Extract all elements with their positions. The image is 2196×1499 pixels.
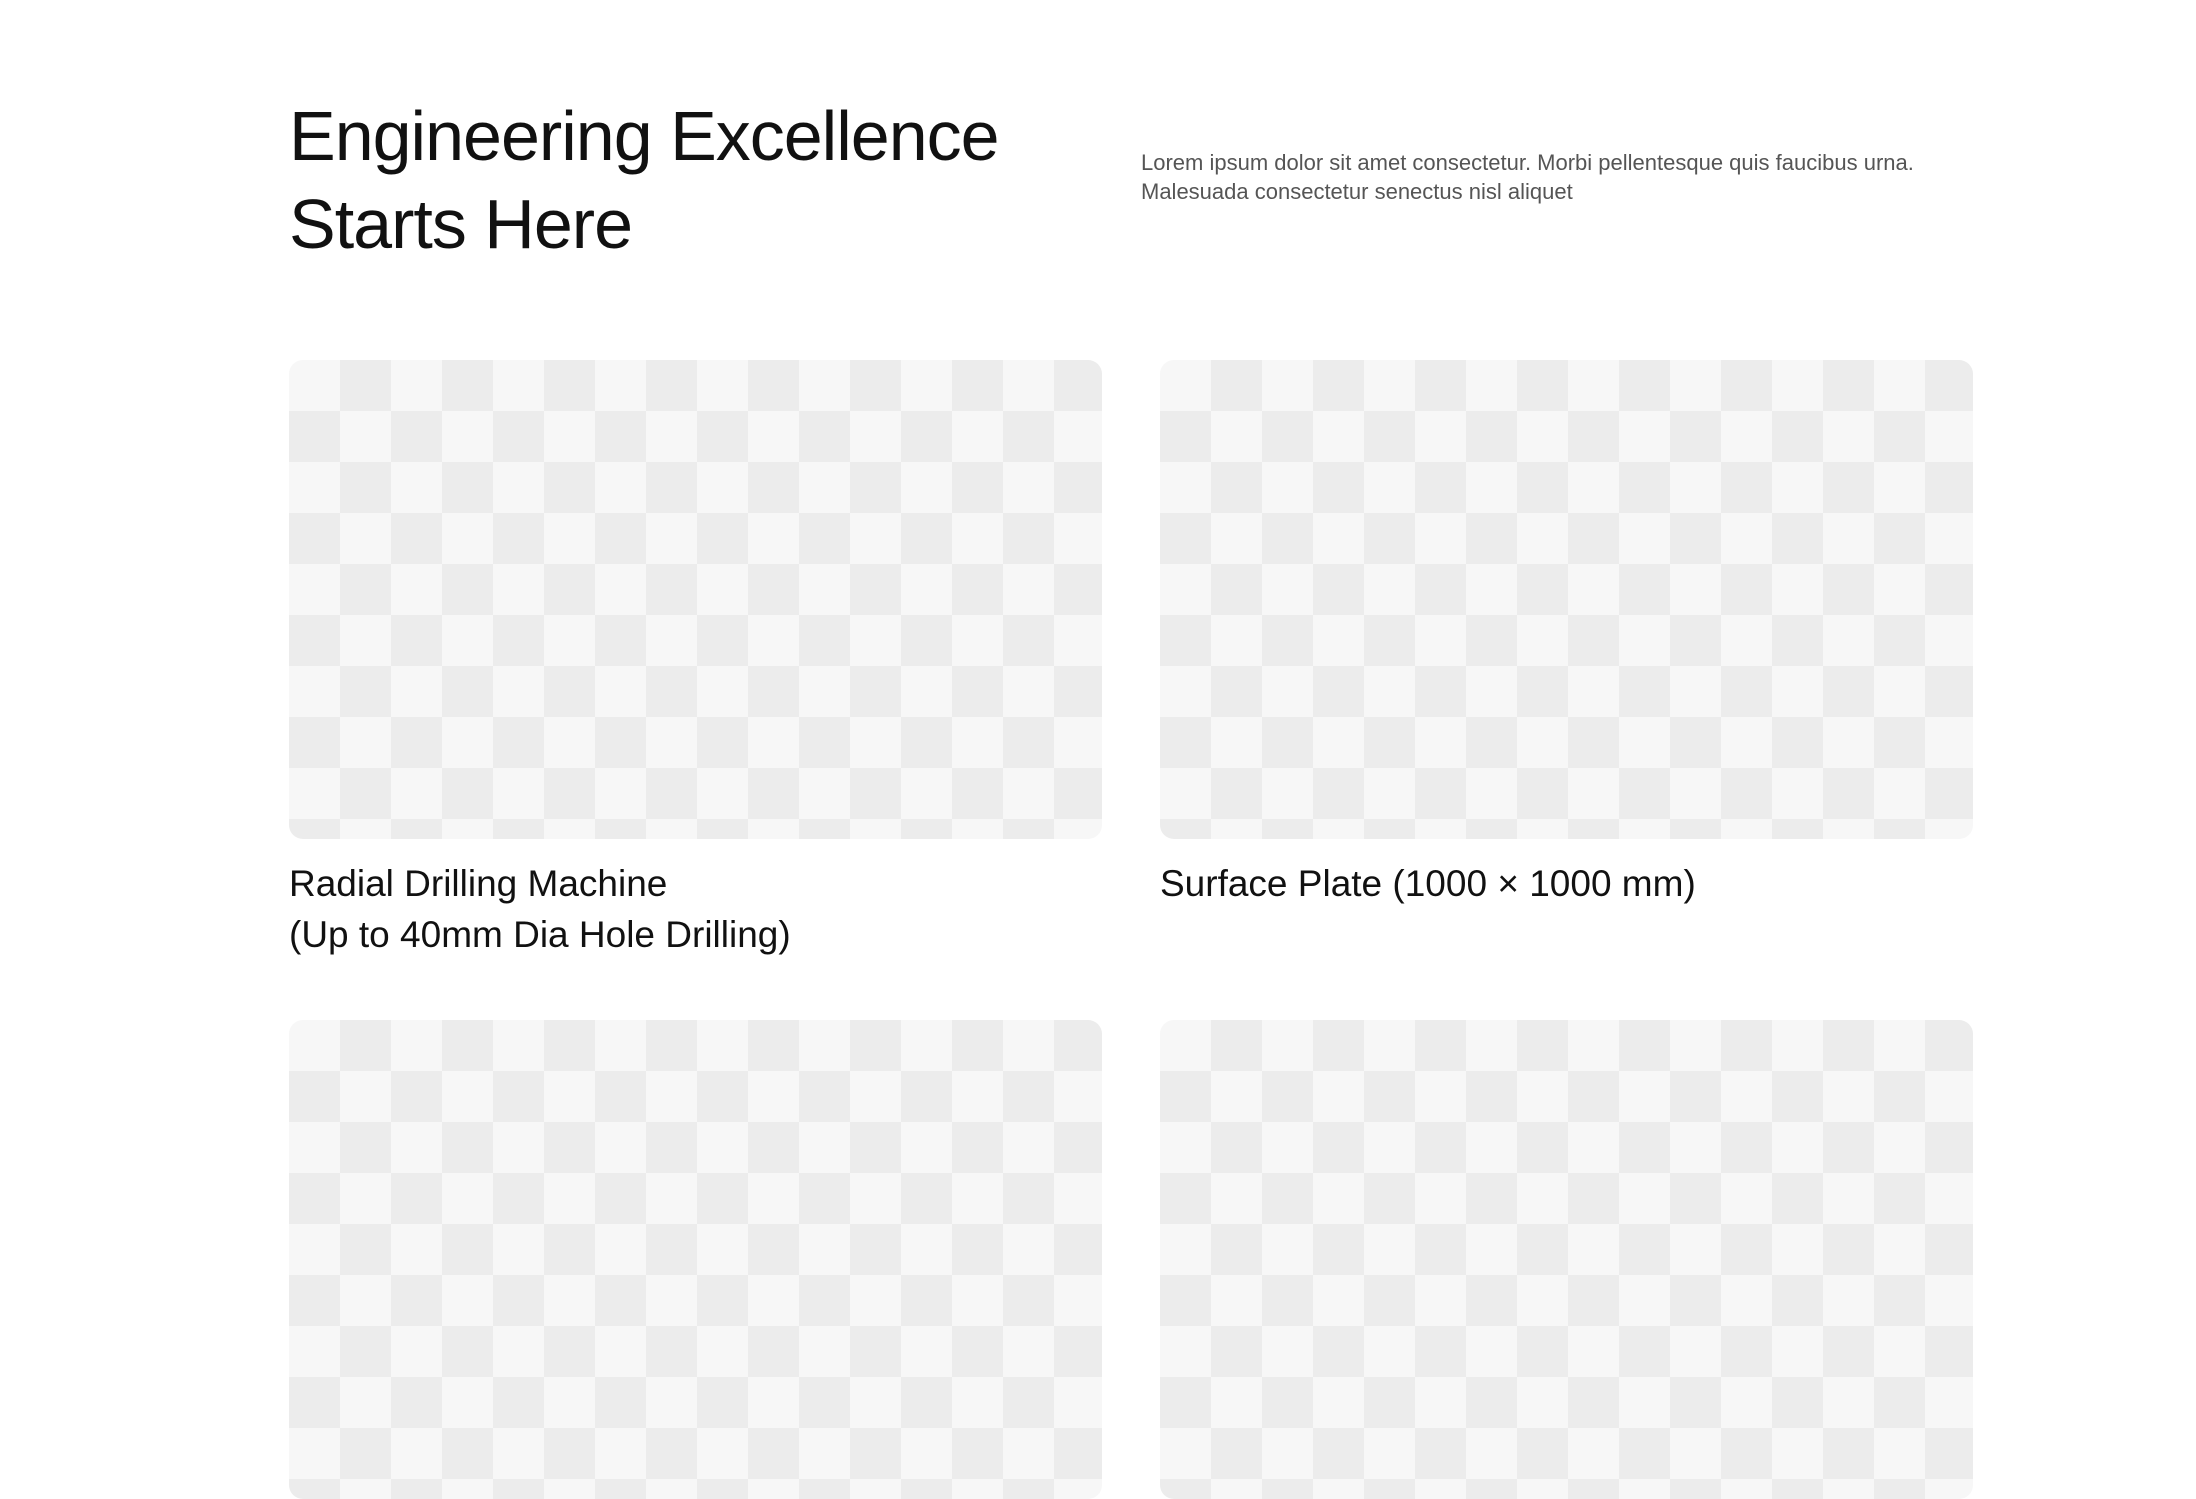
card-image-surface-plate [1160,360,1973,839]
section-heading-line-2: Starts Here [289,185,633,263]
card-title-line-1: Surface Plate (1000 × 1000 mm) [1160,863,1696,904]
card-title-line-2: (Up to 40mm Dia Hole Drilling) [289,914,791,955]
card-image-3 [289,1020,1102,1499]
section-heading: Engineering Excellence Starts Here [289,92,1109,268]
card-title-surface-plate: Surface Plate (1000 × 1000 mm) [1160,858,1696,909]
section-heading-line-1: Engineering Excellence [289,97,1000,175]
section-description: Lorem ipsum dolor sit amet consectetur. … [1141,150,1914,204]
card-title-radial-drilling-machine: Radial Drilling Machine (Up to 40mm Dia … [289,858,791,960]
equipment-section: Engineering Excellence Starts Here Lorem… [0,0,2196,1499]
card-image-radial-drilling-machine [289,360,1102,839]
card-title-line-1: Radial Drilling Machine [289,863,668,904]
card-image-4 [1160,1020,1973,1499]
